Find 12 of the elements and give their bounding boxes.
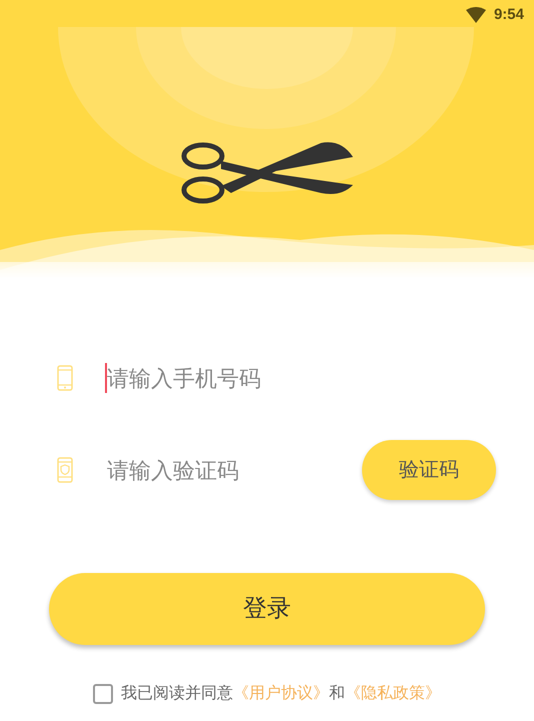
agree-checkbox[interactable] (93, 684, 113, 704)
login-button[interactable]: 登录 (49, 573, 485, 645)
get-code-button[interactable]: 验证码 (362, 440, 496, 500)
phone-icon (57, 365, 73, 391)
wifi-icon (466, 7, 486, 24)
scissors-icon (181, 141, 354, 206)
status-time: 9:54 (494, 5, 524, 25)
agreement-text: 我已阅读并同意 (121, 684, 233, 704)
code-field[interactable]: 请输入验证码 (105, 455, 362, 485)
phone-field[interactable]: 请输入手机号码 (105, 363, 496, 393)
phone-shield-icon (57, 457, 73, 483)
conjunction-text: 和 (329, 684, 345, 704)
